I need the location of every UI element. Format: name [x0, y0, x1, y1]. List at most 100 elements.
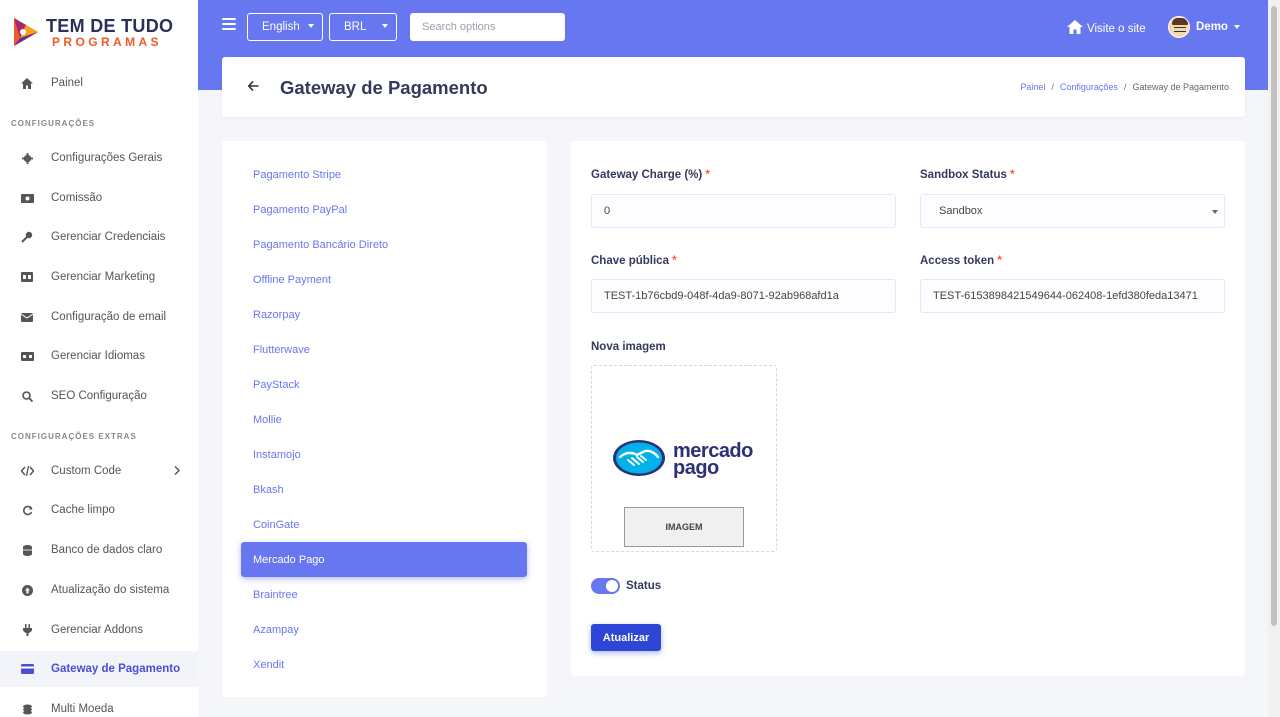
- charge-label-text: Gateway Charge (%): [591, 169, 703, 181]
- language-select-value: English: [262, 21, 300, 33]
- user-menu[interactable]: Demo: [1168, 16, 1240, 38]
- access-token-input[interactable]: TEST-6153898421549644-062408-1efd380feda…: [920, 279, 1225, 313]
- sandbox-select-value: Sandbox: [939, 205, 983, 217]
- gateway-item-razorpay[interactable]: Razorpay: [241, 297, 527, 332]
- gateway-settings-form: Gateway Charge (%) * 0 Sandbox Status * …: [571, 141, 1245, 676]
- sidebar-item-configuracoes-gerais[interactable]: Configurações Gerais: [0, 140, 198, 176]
- sidebar-item-gerenciar-addons[interactable]: Gerenciar Addons: [0, 612, 198, 648]
- sidebar-item-gerenciar-credenciais[interactable]: Gerenciar Credenciais: [0, 219, 198, 255]
- gateway-item-bank[interactable]: Pagamento Bancário Direto: [241, 227, 527, 262]
- sidebar-item-custom-code[interactable]: Custom Code: [0, 453, 198, 489]
- brand-logo[interactable]: TEM DE TUDO PROGRAMAS: [12, 14, 192, 52]
- sidebar-item-label: Gerenciar Idiomas: [51, 350, 145, 362]
- sidebar-item-gateway-pagamento[interactable]: Gateway de Pagamento: [0, 651, 198, 687]
- key-icon: [20, 230, 34, 244]
- required-mark: *: [1010, 169, 1015, 181]
- sidebar-item-atualizacao[interactable]: Atualização do sistema: [0, 572, 198, 608]
- breadcrumb: Painel / Configurações / Gateway de Paga…: [1020, 82, 1229, 92]
- logo-text-pago: pago: [673, 457, 719, 479]
- required-mark: *: [997, 255, 1002, 267]
- breadcrumb-separator: /: [1051, 82, 1054, 92]
- sidebar-item-label: Configuração de email: [51, 311, 167, 323]
- access-token-label: Access token *: [920, 255, 1002, 267]
- refresh-icon: [20, 503, 34, 517]
- status-label: Status: [626, 580, 662, 592]
- sidebar-item-comissao[interactable]: Comissão: [0, 180, 198, 216]
- gateway-item-stripe[interactable]: Pagamento Stripe: [241, 157, 527, 192]
- sidebar-item-configuracao-email[interactable]: Configuração de email: [0, 299, 198, 335]
- sidebar-item-gerenciar-marketing[interactable]: Gerenciar Marketing: [0, 259, 198, 295]
- sidebar-item-painel[interactable]: Painel: [0, 65, 198, 101]
- gateway-list: Pagamento Stripe Pagamento PayPal Pagame…: [222, 141, 547, 697]
- envelope-icon: [20, 310, 34, 324]
- language-select[interactable]: English: [247, 13, 323, 41]
- sandbox-label-text: Sandbox Status: [920, 169, 1007, 181]
- back-arrow-icon[interactable]: [247, 79, 259, 94]
- mercado-pago-logo: mercado pago: [612, 438, 760, 479]
- gateway-item-offline[interactable]: Offline Payment: [241, 262, 527, 297]
- sidebar-item-label: Configurações Gerais: [51, 152, 163, 164]
- brand-name: TEM DE TUDO: [46, 16, 174, 36]
- breadcrumb-link-painel[interactable]: Painel: [1020, 82, 1045, 92]
- gateway-item-flutterwave[interactable]: Flutterwave: [241, 332, 527, 367]
- status-toggle[interactable]: [591, 578, 620, 594]
- gateway-item-azampay[interactable]: Azampay: [241, 612, 527, 647]
- sidebar-item-gerenciar-idiomas[interactable]: Gerenciar Idiomas: [0, 338, 198, 374]
- gateway-item-paystack[interactable]: PayStack: [241, 367, 527, 402]
- sidebar-item-label: Multi Moeda: [51, 703, 114, 715]
- plug-icon: [20, 623, 34, 637]
- sandbox-label: Sandbox Status *: [920, 169, 1015, 181]
- gateway-item-bkash[interactable]: Bkash: [241, 472, 527, 507]
- search-icon: [20, 389, 34, 403]
- search-input[interactable]: [410, 13, 565, 41]
- image-label: Nova imagem: [591, 341, 666, 353]
- gateway-item-paypal[interactable]: Pagamento PayPal: [241, 192, 527, 227]
- visit-site-link[interactable]: Visite o site: [1067, 20, 1146, 37]
- sidebar-section-config: CONFIGURAÇÕES: [11, 119, 96, 128]
- sidebar: TEM DE TUDO PROGRAMAS Painel CONFIGURAÇÕ…: [0, 0, 198, 717]
- scrollbar-thumb[interactable]: [1271, 6, 1277, 626]
- gateway-item-xendit[interactable]: Xendit: [241, 647, 527, 682]
- public-key-label-text: Chave pública: [591, 255, 669, 267]
- gateway-item-coingate[interactable]: CoinGate: [241, 507, 527, 542]
- sandbox-select[interactable]: Sandbox: [920, 194, 1225, 228]
- home-icon: [20, 76, 34, 90]
- language-icon: [20, 349, 34, 363]
- sidebar-item-seo[interactable]: SEO Configuração: [0, 378, 198, 414]
- page-header-card: Gateway de Pagamento Painel / Configuraç…: [222, 57, 1245, 117]
- sidebar-item-label: Custom Code: [51, 465, 122, 477]
- brand-subtitle: PROGRAMAS: [52, 35, 162, 49]
- menu-toggle-icon[interactable]: [222, 18, 236, 30]
- required-mark: *: [672, 255, 677, 267]
- breadcrumb-link-configuracoes[interactable]: Configurações: [1060, 82, 1118, 92]
- chevron-down-icon: [382, 24, 388, 28]
- currency-select[interactable]: BRL: [329, 13, 397, 41]
- breadcrumb-current: Gateway de Pagamento: [1132, 82, 1229, 92]
- gateway-item-instamojo[interactable]: Instamojo: [241, 437, 527, 472]
- gateway-item-braintree[interactable]: Braintree: [241, 577, 527, 612]
- sidebar-item-label: Gateway de Pagamento: [51, 663, 181, 675]
- gateway-item-mollie[interactable]: Mollie: [241, 402, 527, 437]
- image-upload-button[interactable]: IMAGEM: [624, 507, 744, 547]
- page-scrollbar[interactable]: [1268, 0, 1280, 717]
- sidebar-item-label: Painel: [51, 77, 83, 89]
- update-button[interactable]: Atualizar: [591, 624, 661, 651]
- visit-site-label: Visite o site: [1087, 22, 1146, 35]
- chevron-right-icon: [174, 464, 181, 478]
- public-key-input[interactable]: TEST-1b76cbd9-048f-4da9-8071-92ab968afd1…: [591, 279, 896, 313]
- charge-input[interactable]: 0: [591, 194, 896, 228]
- sidebar-section-extra: CONFIGURAÇÕES EXTRAS: [11, 432, 137, 441]
- chevron-down-icon: [308, 24, 314, 28]
- image-upload-area[interactable]: mercado pago IMAGEM: [591, 365, 777, 552]
- sidebar-item-cache-limpo[interactable]: Cache limpo: [0, 492, 198, 528]
- currency-select-value: BRL: [344, 21, 367, 33]
- sidebar-item-banco-de-dados[interactable]: Banco de dados claro: [0, 532, 198, 568]
- sidebar-item-label: Gerenciar Addons: [51, 624, 144, 636]
- sidebar-item-multi-moeda[interactable]: Multi Moeda: [0, 691, 198, 717]
- brand-mark-icon: [14, 18, 38, 46]
- code-icon: [20, 464, 34, 478]
- gateway-item-mercado-pago[interactable]: Mercado Pago: [241, 542, 527, 577]
- access-token-label-text: Access token: [920, 255, 995, 267]
- sidebar-item-label: Banco de dados claro: [51, 544, 163, 556]
- handshake-icon: [613, 440, 665, 476]
